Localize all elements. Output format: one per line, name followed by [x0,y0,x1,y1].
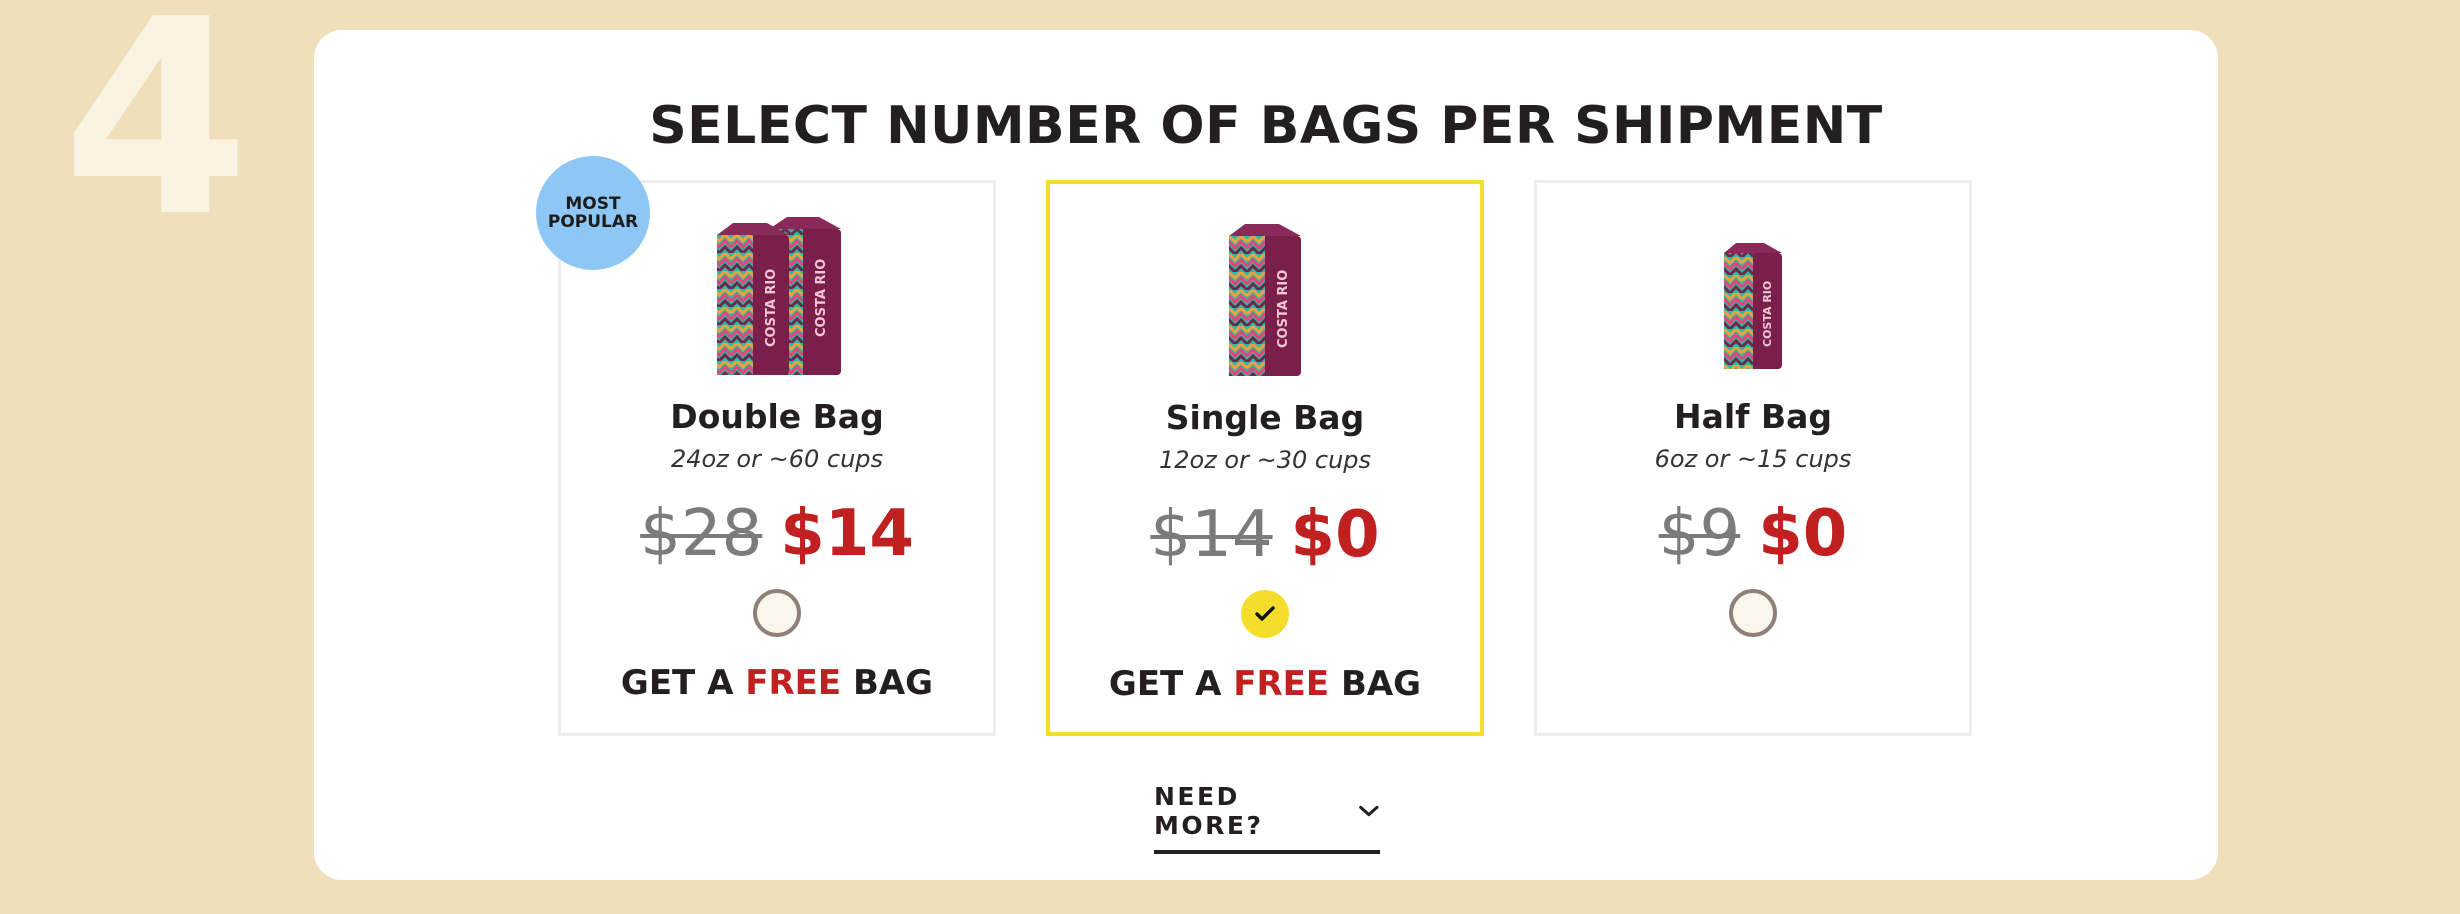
new-price: $0 [1290,498,1380,572]
option-title: Half Bag [1673,397,1833,436]
svg-text:COSTA RIO: COSTA RIO [1276,270,1291,348]
promo-pre: GET A [620,663,734,703]
bag-selection-panel: SELECT NUMBER OF BAGS PER SHIPMENT MOST … [314,30,2218,880]
chevron-down-icon [1359,805,1379,817]
new-price: $14 [780,497,914,571]
half-bag-image: COSTA RIO [1537,239,1969,371]
option-subtitle: 12oz or ~30 cups [1158,446,1372,474]
price-row: $9 $0 [1537,497,1969,571]
step-number: 4 [62,0,250,276]
most-popular-badge: MOST POPULAR [536,156,650,270]
option-radio[interactable] [1729,589,1777,637]
promo-free: FREE [745,663,842,703]
option-subtitle: 6oz or ~15 cups [1654,445,1852,473]
old-price: $9 [1658,497,1741,571]
option-card-half-bag[interactable]: COSTA RIO Half Bag 6oz or ~15 cups $9 $0 [1534,180,1972,736]
badge-line-1: MOST [565,194,621,214]
option-subtitle: 24oz or ~60 cups [670,445,884,473]
option-card-single-bag[interactable]: COSTA RIO Single Bag 12oz or ~30 cups $1… [1046,180,1484,736]
single-bag-image: COSTA RIO [1050,218,1480,378]
badge-line-2: POPULAR [547,212,639,232]
svg-text:COSTA RIO: COSTA RIO [814,259,829,337]
old-price: $14 [1150,498,1273,572]
price-row: $28 $14 [561,497,993,571]
price-row: $14 $0 [1050,498,1480,572]
promo-pre: GET A [1108,664,1222,704]
need-more-toggle[interactable]: NEED MORE? [1154,782,1380,854]
old-price: $28 [640,497,763,571]
promo-free: FREE [1233,664,1330,704]
free-bag-promo: GET A FREE BAG [1050,664,1480,704]
option-title: Double Bag [670,397,884,436]
promo-post: BAG [1340,664,1422,704]
need-more-label: NEED MORE? [1154,782,1264,840]
promo-post: BAG [852,663,934,703]
bag-front: COSTA RIO [717,223,789,375]
option-card-double-bag[interactable]: COSTA RIO COSTA RIO Double Bag 24oz or ~… [558,180,996,736]
svg-text:COSTA RIO: COSTA RIO [1761,281,1774,347]
free-bag-promo: GET A FREE BAG [561,663,993,703]
option-radio-checked[interactable] [1241,590,1289,638]
svg-text:COSTA RIO: COSTA RIO [764,269,779,347]
checkmark-icon [1255,606,1275,621]
section-heading: SELECT NUMBER OF BAGS PER SHIPMENT [649,96,1883,156]
option-title: Single Bag [1165,398,1365,437]
option-radio[interactable] [753,589,801,637]
new-price: $0 [1758,497,1848,571]
